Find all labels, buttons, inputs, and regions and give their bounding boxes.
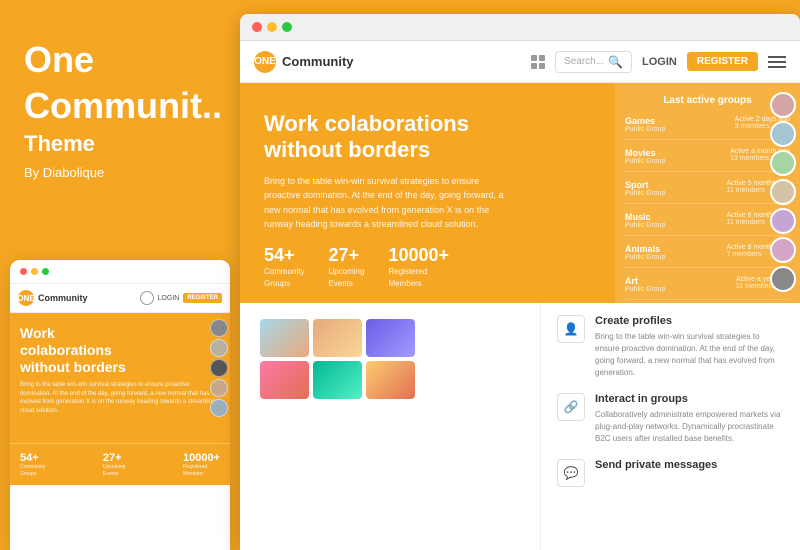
grid-icon[interactable] (531, 55, 545, 69)
mobile-search-icon[interactable] (140, 291, 154, 305)
mobile-stat-members-label: RegisteredMembers (183, 464, 220, 477)
mobile-stat-groups: 54+ CommunityGroups (20, 452, 45, 477)
photo-2 (313, 319, 362, 357)
photo-4 (260, 361, 309, 399)
photo-1 (260, 319, 309, 357)
feature-desc-0: Bring to the table win-win survival stra… (595, 331, 784, 379)
bottom-content: 👤 Create profiles Bring to the table win… (240, 303, 800, 550)
brand-section: Theme (24, 131, 221, 157)
nav-logo: ONE (254, 51, 276, 73)
brand-title: One Communit.. (24, 40, 221, 125)
brand-by: By Diabolique (24, 165, 221, 180)
feature-text-0: Create profiles Bring to the table win-w… (595, 315, 784, 379)
stat-groups-label: CommunityGroups (264, 266, 304, 288)
avatar-7[interactable] (770, 266, 796, 292)
mobile-stat-groups-label: CommunityGroups (20, 464, 45, 477)
feature-item-0: 👤 Create profiles Bring to the table win… (557, 315, 784, 379)
mobile-stat-members: 10000+ RegisteredMembers (183, 452, 220, 477)
mobile-dot-yellow (31, 268, 38, 275)
search-placeholder: Search... (564, 56, 604, 67)
stat-members-num: 10000+ (388, 245, 449, 266)
stat-events-num: 27+ (328, 245, 364, 266)
stat-groups-num: 54+ (264, 245, 304, 266)
mobile-avatar-4 (210, 379, 228, 397)
browser-dot-red (252, 22, 262, 32)
avatar-2[interactable] (770, 121, 796, 147)
mobile-stats: 54+ CommunityGroups 27+ UpcomingEvents 1… (10, 443, 230, 485)
mobile-avatar-5 (210, 399, 228, 417)
avatar-1[interactable] (770, 92, 796, 118)
browser-dot-yellow (267, 22, 277, 32)
mobile-stat-events-num: 27+ (103, 452, 126, 464)
hero-stats: 54+ CommunityGroups 27+ UpcomingEvents 1… (264, 245, 776, 288)
feature-icon-2: 💬 (557, 459, 585, 487)
browser-mockup: ONE Community Search... 🔍 LOGIN REGISTER… (240, 14, 800, 550)
photo-6 (366, 361, 415, 399)
mobile-stat-members-num: 10000+ (183, 452, 220, 464)
avatar-5[interactable] (770, 208, 796, 234)
mobile-community-label: Community (38, 293, 88, 303)
mobile-nav: ONE Community LOGIN REGISTER (10, 284, 230, 313)
stat-events: 27+ UpcomingEvents (328, 245, 364, 288)
stat-members-label: RegisteredMembers (388, 266, 449, 288)
hamburger-menu[interactable] (768, 56, 786, 68)
mobile-register-btn[interactable]: REGISTER (183, 293, 222, 303)
stat-members: 10000+ RegisteredMembers (388, 245, 449, 288)
bottom-right: 👤 Create profiles Bring to the table win… (540, 303, 800, 550)
mobile-top-bar (10, 260, 230, 284)
feature-desc-1: Collaboratively administrate empowered m… (595, 409, 784, 445)
mobile-mockup: ONE Community LOGIN REGISTER Workcolabor… (10, 260, 230, 550)
search-icon[interactable]: 🔍 (608, 55, 623, 69)
mobile-login[interactable]: LOGIN (158, 295, 180, 302)
browser-nav: ONE Community Search... 🔍 LOGIN REGISTER (240, 41, 800, 83)
login-label[interactable]: LOGIN (642, 56, 677, 68)
browser-dot-green (282, 22, 292, 32)
hero-section: Work colaborationswithout borders Bring … (240, 83, 800, 303)
mobile-dot-red (20, 268, 27, 275)
stat-groups: 54+ CommunityGroups (264, 245, 304, 288)
feature-text-1: Interact in groups Collaboratively admin… (595, 393, 784, 445)
nav-left: ONE Community (254, 51, 354, 73)
mobile-hero-text: Bring to the table win-win survival stra… (20, 381, 220, 415)
mobile-stat-groups-num: 54+ (20, 452, 45, 464)
mobile-hero: Workcolaborationswithout borders Bring t… (10, 313, 230, 443)
bottom-left (240, 303, 540, 550)
mobile-logo: ONE (18, 290, 34, 306)
mobile-avatars-col (210, 319, 228, 417)
mobile-avatar-2 (210, 339, 228, 357)
stat-events-label: UpcomingEvents (328, 266, 364, 288)
photo-3 (366, 319, 415, 357)
avatars-col (766, 88, 800, 296)
register-btn[interactable]: REGISTER (687, 52, 758, 71)
feature-text-2: Send private messages (595, 459, 717, 487)
feature-item-1: 🔗 Interact in groups Collaboratively adm… (557, 393, 784, 445)
avatar-4[interactable] (770, 179, 796, 205)
photos-grid (260, 319, 415, 399)
feature-icon-1: 🔗 (557, 393, 585, 421)
mobile-hero-title: Workcolaborationswithout borders (20, 325, 220, 375)
avatar-6[interactable] (770, 237, 796, 263)
hero-description: Bring to the table win-win survival stra… (264, 174, 504, 232)
nav-community-label: Community (282, 54, 354, 69)
browser-top-bar (240, 14, 800, 41)
feature-title-2: Send private messages (595, 459, 717, 471)
feature-icon-0: 👤 (557, 315, 585, 343)
feature-item-2: 💬 Send private messages (557, 459, 784, 487)
photo-5 (313, 361, 362, 399)
mobile-nav-right: LOGIN REGISTER (140, 291, 222, 305)
nav-right: Search... 🔍 LOGIN REGISTER (531, 51, 786, 73)
avatar-3[interactable] (770, 150, 796, 176)
hero-left: Work colaborationswithout borders Bring … (240, 83, 800, 303)
features-list: 👤 Create profiles Bring to the table win… (557, 315, 784, 487)
mobile-stat-events: 27+ UpcomingEvents (103, 452, 126, 477)
mobile-dot-green (42, 268, 49, 275)
feature-title-0: Create profiles (595, 315, 784, 327)
mobile-avatar-1 (210, 319, 228, 337)
mobile-avatar-3 (210, 359, 228, 377)
left-panel: One Communit.. Theme By Diabolique ONE C… (0, 0, 245, 550)
search-box[interactable]: Search... 🔍 (555, 51, 632, 73)
hero-title: Work colaborationswithout borders (264, 111, 776, 164)
feature-title-1: Interact in groups (595, 393, 784, 405)
mobile-stat-events-label: UpcomingEvents (103, 464, 126, 477)
